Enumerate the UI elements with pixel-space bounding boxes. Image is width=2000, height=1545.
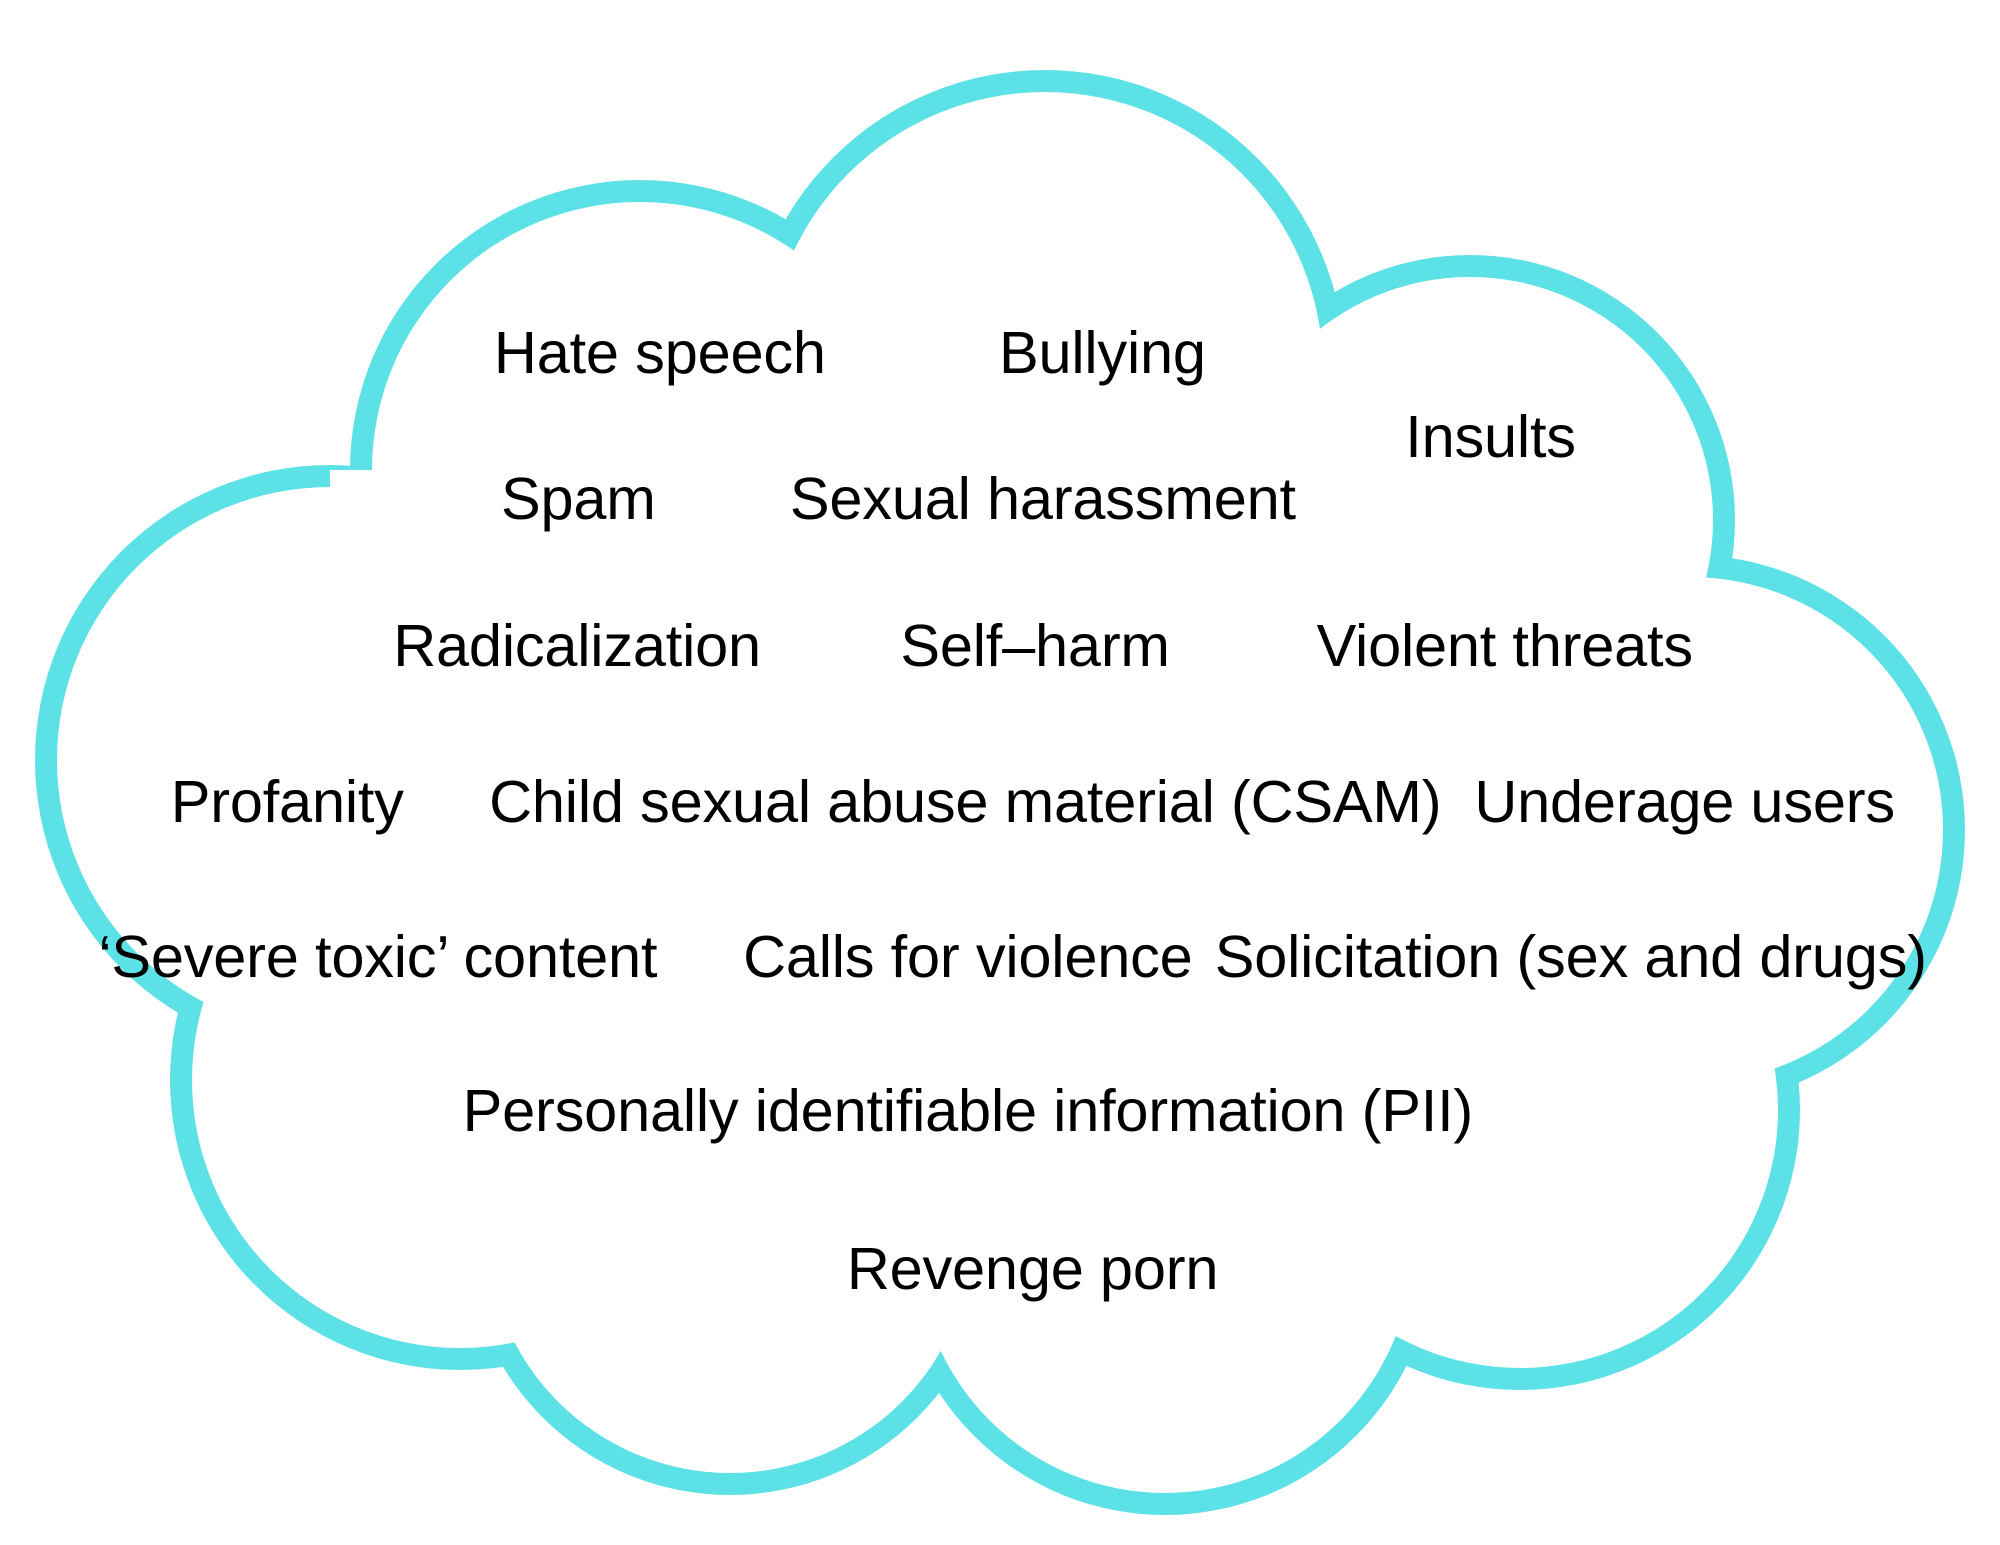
cloud-item-pii: Personally identifiable information (PII… [462,1077,1474,1145]
cloud-item-severe-toxic-content: ‘Severe toxic’ content [98,923,658,991]
cloud-item-spam: Spam [501,465,656,533]
cloud-item-sexual-harassment: Sexual harassment [789,465,1296,533]
cloud-item-profanity: Profanity [170,768,404,836]
cloud-item-revenge-porn: Revenge porn [846,1235,1219,1303]
cloud-item-underage-users: Underage users [1474,768,1895,836]
cloud-item-radicalization: Radicalization [393,611,761,679]
cloud-item-calls-for-violence: Calls for violence [743,923,1193,991]
cloud-item-insults: Insults [1405,403,1576,471]
cloud-item-violent-threats: Violent threats [1316,611,1693,679]
cloud-item-bullying: Bullying [999,319,1206,387]
cloud-item-solicitation: Solicitation (sex and drugs) [1214,923,1927,991]
cloud-item-csam: Child sexual abuse material (CSAM) [489,768,1442,836]
cloud-item-self-harm: Self–harm [900,611,1170,679]
cloud-item-hate-speech: Hate speech [493,319,826,387]
diagram-canvas: Hate speech Bullying Insults Spam Sexual… [0,0,2000,1545]
